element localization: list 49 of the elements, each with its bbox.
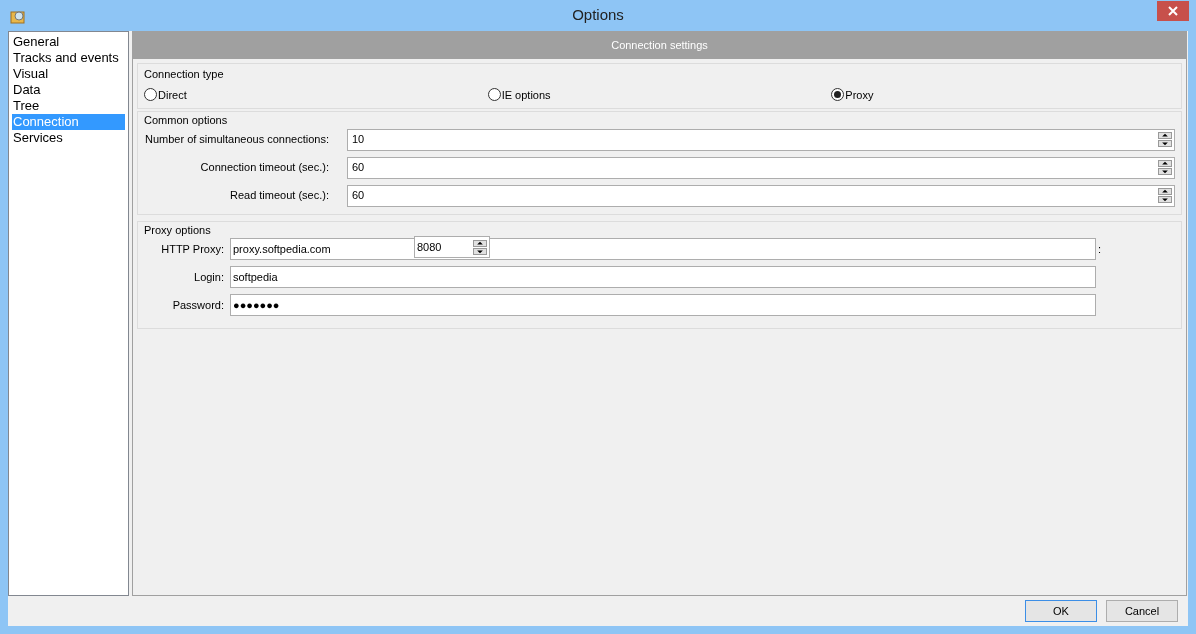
field-label: Connection timeout (sec.): [199,160,330,176]
field-value: ●●●●●●● [233,297,280,313]
close-icon [1168,5,1178,16]
spinner-arrows-icon[interactable] [1158,188,1172,203]
radio-button[interactable] [144,88,157,102]
port-spinner[interactable]: 8080 [414,236,490,258]
window-title: Options [572,5,624,26]
category-item[interactable]: Tracks and events [12,50,125,66]
field-label: HTTP Proxy: [160,241,225,257]
separator-text: : [1098,241,1102,257]
category-item[interactable]: General [12,34,125,50]
dialog-button[interactable]: OK [1025,600,1097,622]
number-spinner[interactable]: 10 [347,128,1175,151]
category-item[interactable]: Services [12,130,125,146]
field-label: Number of simultaneous connections: [144,132,330,148]
radio-option[interactable]: IE options [487,86,832,103]
category-item[interactable]: Tree [12,98,125,114]
login-field[interactable]: softpedia [230,266,1096,288]
section-header: Connection settings [133,32,1186,59]
category-item[interactable]: Data [12,82,125,98]
proxy-host-field[interactable]: proxy.softpedia.com 8080 [230,238,1096,260]
field-value: softpedia [233,269,278,285]
spinner-arrows-icon[interactable] [1158,132,1172,147]
group-legend: Common options [144,112,1175,129]
spinner-value: 10 [352,132,365,148]
number-spinner[interactable]: 60 [347,184,1175,207]
spinner-arrows-icon[interactable] [473,239,487,255]
field-value: proxy.softpedia.com [233,241,331,257]
field-label: Read timeout (sec.): [228,188,330,204]
radio-label: Direct [158,87,187,103]
group-legend: Connection type [144,66,1175,83]
dialog-button[interactable]: Cancel [1106,600,1178,622]
radio-option[interactable]: Proxy [831,86,1175,103]
radio-option[interactable]: Direct [144,86,488,103]
category-item[interactable]: Visual [12,66,125,82]
field-label: Login: [193,269,225,285]
spinner-value: 60 [352,160,365,176]
radio-button[interactable] [831,88,845,102]
number-spinner[interactable]: 60 [347,156,1175,179]
spinner-arrows-icon[interactable] [1158,160,1172,175]
radio-label: Proxy [845,87,874,103]
group-legend: Proxy options [144,221,1175,238]
radio-button[interactable] [487,88,501,102]
radio-label: IE options [501,87,551,103]
spinner-value: 60 [352,188,365,204]
close-button[interactable] [1157,0,1189,21]
field-label: Password: [171,297,225,313]
spinner-value: 8080 [417,239,442,255]
password-field[interactable]: ●●●●●●● [230,294,1096,316]
